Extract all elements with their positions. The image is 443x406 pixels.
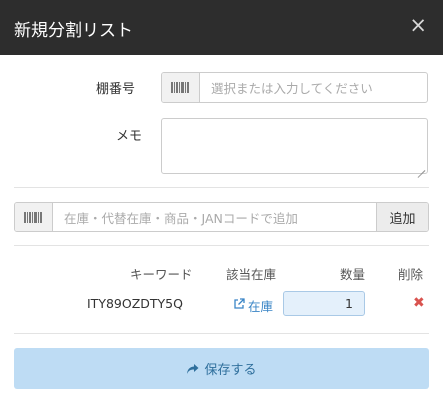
dialog-title: 新規分割リスト [14, 21, 133, 41]
column-header-stock: 該当在庫 [226, 267, 277, 282]
stock-link-label[interactable]: 在庫 [248, 296, 273, 315]
search-input[interactable]: 在庫・代替在庫・商品・JANコードで追加 [53, 203, 376, 231]
dialog-header: 新規分割リスト × [0, 0, 443, 55]
memo-label: メモ [116, 129, 143, 144]
column-header-quantity: 数量 [340, 267, 366, 282]
close-icon[interactable]: × [409, 13, 427, 37]
divider [14, 187, 429, 188]
save-button[interactable]: 保存する [14, 348, 429, 389]
external-link-icon [233, 298, 245, 313]
memo-textarea[interactable] [161, 118, 428, 174]
stock-link[interactable]: 在庫 [233, 296, 273, 315]
column-header-keyword: キーワード [130, 267, 193, 282]
divider [14, 245, 429, 246]
shelf-input-group[interactable]: 選択または入力してください [161, 72, 428, 103]
save-button-label[interactable]: 保存する [204, 359, 256, 378]
keyword-cell: ITY89OZDTY5Q [87, 296, 183, 311]
divider [14, 333, 429, 334]
resize-handle-icon[interactable] [417, 163, 425, 171]
shelf-label: 棚番号 [96, 82, 136, 97]
barcode-icon[interactable] [162, 73, 200, 102]
search-input-group[interactable]: 在庫・代替在庫・商品・JANコードで追加 追加 [14, 202, 429, 232]
add-button[interactable]: 追加 [376, 203, 428, 231]
share-arrow-icon [186, 363, 199, 375]
shelf-input[interactable]: 選択または入力してください [200, 73, 373, 102]
delete-icon[interactable]: ✖ [413, 295, 425, 311]
quantity-input[interactable]: 1 [283, 291, 365, 316]
column-header-delete: 削除 [398, 267, 424, 282]
barcode-icon[interactable] [15, 203, 53, 231]
